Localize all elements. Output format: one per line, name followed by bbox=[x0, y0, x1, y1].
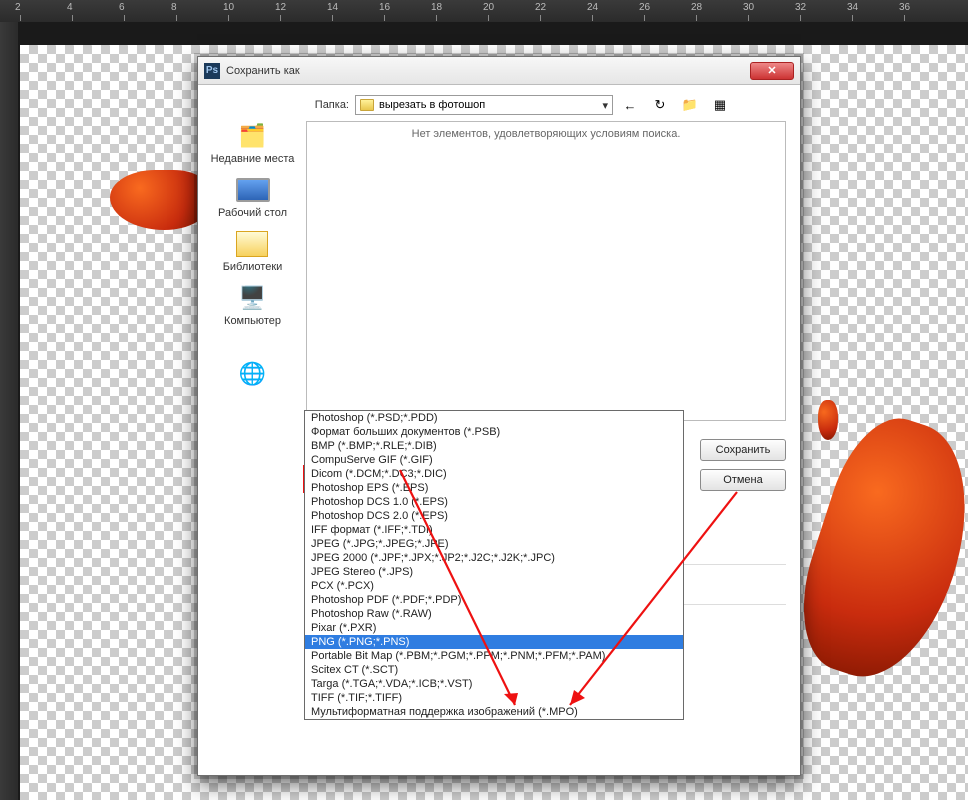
filetype-option[interactable]: Формат больших документов (*.PSB) bbox=[305, 425, 683, 439]
nav-view-button[interactable]: ▦ bbox=[709, 95, 731, 115]
recent-places-icon: 🗂️ bbox=[236, 121, 270, 151]
place-network[interactable]: 🌐 bbox=[236, 359, 270, 389]
filetype-option[interactable]: PNG (*.PNG;*.PNS) bbox=[305, 635, 683, 649]
place-label: Библиотеки bbox=[223, 261, 283, 273]
network-icon: 🌐 bbox=[236, 359, 270, 389]
empty-message: Нет элементов, удовлетворяющих условиям … bbox=[412, 128, 681, 420]
file-list[interactable]: Нет элементов, удовлетворяющих условиям … bbox=[306, 121, 786, 421]
filetype-option[interactable]: Photoshop PDF (*.PDF;*.PDP) bbox=[305, 593, 683, 607]
save-button[interactable]: Сохранить bbox=[700, 439, 786, 461]
place-label: Компьютер bbox=[224, 315, 281, 327]
nav-newfolder-button[interactable]: 📁 bbox=[679, 95, 701, 115]
filetype-option[interactable]: PCX (*.PCX) bbox=[305, 579, 683, 593]
dialog-titlebar[interactable]: Ps Сохранить как ✕ bbox=[198, 57, 800, 85]
place-libraries[interactable]: Библиотеки bbox=[223, 229, 283, 273]
nav-back-button[interactable]: ← bbox=[619, 95, 641, 115]
filetype-option[interactable]: Dicom (*.DCM;*.DC3;*.DIC) bbox=[305, 467, 683, 481]
dialog-title: Сохранить как bbox=[226, 65, 300, 77]
ruler-horizontal: 24681012141618202224262830323436 bbox=[0, 0, 968, 22]
computer-icon: 🖥️ bbox=[236, 283, 270, 313]
document-gap bbox=[20, 22, 968, 45]
folder-value: вырезать в фотошоп bbox=[379, 99, 485, 111]
photoshop-icon: Ps bbox=[204, 63, 220, 79]
filetype-option[interactable]: TIFF (*.TIF;*.TIFF) bbox=[305, 691, 683, 705]
folder-combo[interactable]: вырезать в фотошоп ▾ bbox=[355, 95, 613, 115]
filetype-option[interactable]: Scitex CT (*.SCT) bbox=[305, 663, 683, 677]
filetype-option[interactable]: Photoshop (*.PSD;*.PDD) bbox=[305, 411, 683, 425]
places-sidebar: 🗂️ Недавние места Рабочий стол Библиотек… bbox=[210, 121, 295, 389]
folder-icon bbox=[360, 99, 374, 111]
place-desktop[interactable]: Рабочий стол bbox=[218, 175, 287, 219]
filetype-option[interactable]: IFF формат (*.IFF;*.TDI) bbox=[305, 523, 683, 537]
ruler-vertical bbox=[0, 22, 18, 800]
place-label: Недавние места bbox=[211, 153, 295, 165]
filetype-option[interactable]: Targa (*.TGA;*.VDA;*.ICB;*.VST) bbox=[305, 677, 683, 691]
libraries-icon bbox=[236, 231, 268, 257]
close-button[interactable]: ✕ bbox=[750, 62, 794, 80]
filetype-option[interactable]: CompuServe GIF (*.GIF) bbox=[305, 453, 683, 467]
filetype-option[interactable]: JPEG Stereo (*.JPS) bbox=[305, 565, 683, 579]
filetype-option[interactable]: Photoshop Raw (*.RAW) bbox=[305, 607, 683, 621]
filetype-option[interactable]: BMP (*.BMP;*.RLE;*.DIB) bbox=[305, 439, 683, 453]
filetype-option[interactable]: JPEG 2000 (*.JPF;*.JPX;*.JP2;*.J2C;*.J2K… bbox=[305, 551, 683, 565]
folder-row: Папка: вырезать в фотошоп ▾ ← ↻ 📁 ▦ bbox=[303, 95, 790, 115]
folder-label: Папка: bbox=[303, 99, 349, 111]
filetype-option[interactable]: Мультиформатная поддержка изображений (*… bbox=[305, 705, 683, 719]
place-recent[interactable]: 🗂️ Недавние места bbox=[211, 121, 295, 165]
filetype-option[interactable]: Photoshop DCS 2.0 (*.EPS) bbox=[305, 509, 683, 523]
artwork-splash bbox=[818, 400, 838, 440]
place-label: Рабочий стол bbox=[218, 207, 287, 219]
cancel-button[interactable]: Отмена bbox=[700, 469, 786, 491]
filetype-option[interactable]: Portable Bit Map (*.PBM;*.PGM;*.PPM;*.PN… bbox=[305, 649, 683, 663]
filetype-option[interactable]: Photoshop DCS 1.0 (*.EPS) bbox=[305, 495, 683, 509]
filetype-option[interactable]: JPEG (*.JPG;*.JPEG;*.JPE) bbox=[305, 537, 683, 551]
filetype-option[interactable]: Pixar (*.PXR) bbox=[305, 621, 683, 635]
place-computer[interactable]: 🖥️ Компьютер bbox=[224, 283, 281, 327]
filetype-option[interactable]: Photoshop EPS (*.EPS) bbox=[305, 481, 683, 495]
filetype-dropdown-list[interactable]: Photoshop (*.PSD;*.PDD)Формат больших до… bbox=[304, 410, 684, 720]
nav-up-button[interactable]: ↻ bbox=[649, 95, 671, 115]
chevron-down-icon: ▾ bbox=[602, 99, 608, 112]
desktop-icon bbox=[236, 178, 270, 202]
